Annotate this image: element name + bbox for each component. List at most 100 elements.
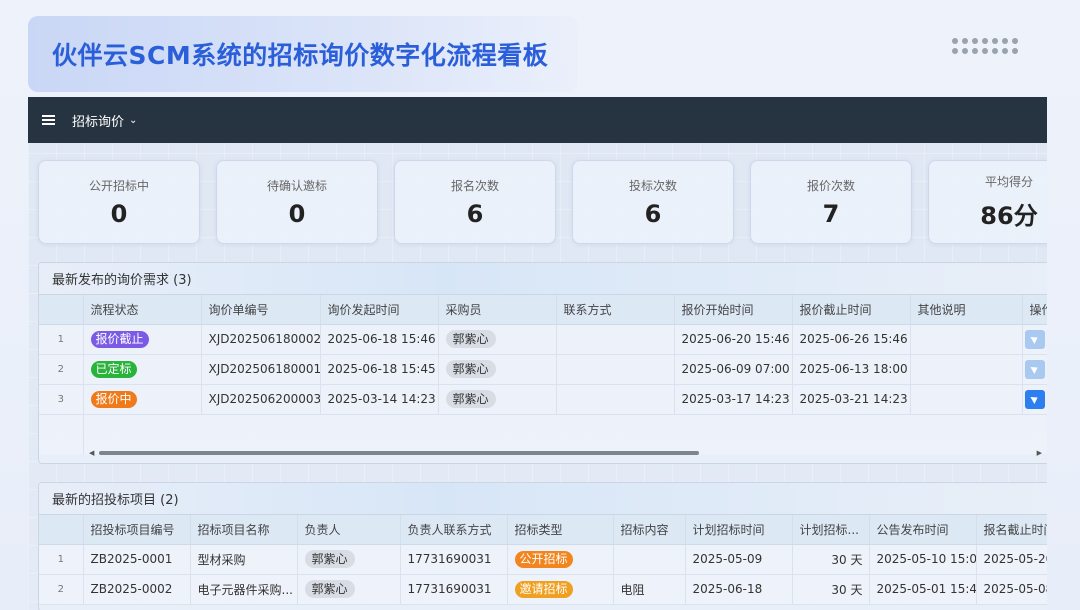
owner-chip: 郭紫心 bbox=[304, 580, 355, 598]
column-header[interactable]: 流程状态 bbox=[83, 295, 202, 325]
kpi-value: 0 bbox=[110, 199, 128, 228]
row-index-cell: 1 bbox=[39, 544, 84, 575]
kpi-card: 报价次数 7 bbox=[750, 160, 912, 244]
publish-time-cell: 2025-05-10 15:00 bbox=[869, 544, 977, 575]
bidding-panel: 最新的招投标项目 (2) 招投标项目编号 招标项目名称 负责人 负责人联系方式 招标类型… bbox=[38, 482, 1047, 610]
column-header[interactable]: 招标内容 bbox=[613, 515, 686, 545]
quote-end-time-cell: 2025-03-21 14:23 bbox=[792, 384, 911, 415]
kpi-card: 待确认邀标 0 bbox=[216, 160, 378, 244]
contact-cell-cell bbox=[556, 354, 675, 385]
column-header[interactable]: 招标类型 bbox=[507, 515, 614, 545]
column-header[interactable]: 负责人 bbox=[297, 515, 401, 545]
status-badge: 报价截止 bbox=[90, 330, 149, 348]
kpi-card: 公开招标中 0 bbox=[38, 160, 200, 244]
action-cell bbox=[1022, 384, 1047, 415]
kpi-value: 0 bbox=[288, 199, 306, 228]
column-header[interactable] bbox=[39, 295, 84, 325]
page-title: 伙伴云SCM系统的招标询价数字化流程看板 bbox=[52, 41, 549, 70]
inquiry-start-time-cell: 2025-06-18 15:46 bbox=[320, 324, 439, 355]
hamburger-icon[interactable] bbox=[42, 115, 55, 125]
note-cell-cell bbox=[910, 354, 1023, 385]
column-header[interactable]: 计划招标... bbox=[792, 515, 870, 545]
status-badge-cell: 报价中 bbox=[83, 384, 202, 415]
cursor-action-icon[interactable] bbox=[1024, 329, 1045, 349]
status-badge-cell: 已定标 bbox=[83, 354, 202, 385]
kpi-value: 6 bbox=[644, 199, 662, 228]
column-header[interactable]: 计划招标时间 bbox=[685, 515, 793, 545]
kpi-label: 待确认邀标 bbox=[266, 178, 327, 193]
plan-time-cell: 2025-05-09 bbox=[685, 544, 793, 575]
column-header[interactable]: 公告发布时间 bbox=[869, 515, 977, 545]
table-row[interactable]: 2 已定标 XJD202506180001 2025-06-18 15:45 郭紫心 20… bbox=[39, 354, 1047, 385]
inquiry-code-cell: XJD202506180002 bbox=[201, 324, 321, 355]
quote-end-time-cell: 2025-06-26 15:46 bbox=[792, 324, 911, 355]
top-nav-bar: 招标询价 ⌄ bbox=[28, 97, 1047, 143]
bid-type-badge: 公开招标 bbox=[514, 550, 573, 568]
scroll-right-icon[interactable]: ▶ bbox=[1037, 449, 1042, 457]
inquiry-panel-title: 最新发布的询价需求 (3) bbox=[39, 263, 1047, 295]
column-header[interactable]: 其他说明 bbox=[910, 295, 1023, 325]
bid-type-badge-cell: 邀请招标 bbox=[507, 574, 614, 605]
row-index-cell: 3 bbox=[39, 384, 84, 415]
status-badge: 已定标 bbox=[90, 360, 137, 378]
column-header[interactable] bbox=[39, 515, 84, 545]
project-name-cell: 电子元器件采购... bbox=[190, 574, 298, 605]
kpi-card: 报名次数 6 bbox=[394, 160, 556, 244]
kpi-label: 公开招标中 bbox=[88, 178, 149, 193]
row-index-cell: 2 bbox=[39, 354, 84, 385]
bid-type-badge-cell: 公开招标 bbox=[507, 544, 614, 575]
scroll-left-icon[interactable]: ◀ bbox=[89, 449, 94, 457]
column-header[interactable]: 报价截止时间 bbox=[792, 295, 911, 325]
status-badge: 报价中 bbox=[90, 390, 137, 408]
column-header[interactable]: 操作 bbox=[1022, 295, 1047, 325]
column-header[interactable]: 采购员 bbox=[438, 295, 557, 325]
inquiry-code-cell: XJD202506180001 bbox=[201, 354, 321, 385]
inquiry-panel: 最新发布的询价需求 (3) 流程状态 询价单编号 询价发起时间 采购员 联系方式 报价开始… bbox=[38, 262, 1047, 464]
plan-time-cell: 2025-06-18 bbox=[685, 574, 793, 605]
table-row[interactable]: 1 报价截止 XJD202506180002 2025-06-18 15:46 郭紫心 2… bbox=[39, 324, 1047, 355]
buyer-chip-cell: 郭紫心 bbox=[438, 384, 557, 415]
nav-dropdown-label[interactable]: 招标询价 bbox=[72, 111, 124, 130]
owner-phone-cell: 17731690031 bbox=[400, 574, 508, 605]
status-badge-cell: 报价截止 bbox=[83, 324, 202, 355]
column-header[interactable]: 招标项目名称 bbox=[190, 515, 298, 545]
row-index-cell: 2 bbox=[39, 574, 84, 605]
owner-chip: 郭紫心 bbox=[304, 550, 355, 568]
column-header[interactable]: 报名截止时间 bbox=[976, 515, 1047, 545]
table-row[interactable]: 3 报价中 XJD202506200003 2025-03-14 14:23 郭紫心 20… bbox=[39, 384, 1047, 415]
kpi-card: 平均得分 86分 bbox=[928, 160, 1047, 244]
dots-grid-icon bbox=[952, 38, 1022, 58]
kpi-label: 报名次数 bbox=[450, 178, 499, 193]
row-index-cell: 1 bbox=[39, 324, 84, 355]
scroll-thumb[interactable] bbox=[99, 451, 699, 455]
quote-start-time-cell: 2025-06-20 15:46 bbox=[674, 324, 793, 355]
quote-end-time-cell: 2025-06-13 18:00 bbox=[792, 354, 911, 385]
column-header[interactable]: 报价开始时间 bbox=[674, 295, 793, 325]
column-header[interactable]: 联系方式 bbox=[556, 295, 675, 325]
kpi-label: 平均得分 bbox=[984, 175, 1033, 189]
cursor-action-icon[interactable] bbox=[1024, 359, 1045, 379]
cursor-action-icon[interactable] bbox=[1024, 389, 1045, 409]
buyer-chip: 郭紫心 bbox=[445, 390, 496, 408]
horizontal-scrollbar[interactable]: ◀ ▶ bbox=[89, 449, 1042, 457]
column-header[interactable]: 招投标项目编号 bbox=[83, 515, 191, 545]
kpi-row: 公开招标中 0 待确认邀标 0 报名次数 6 投标次数 6 报价次数 7 平均得分 86分 bbox=[38, 160, 1047, 244]
column-header[interactable]: 询价发起时间 bbox=[320, 295, 439, 325]
app-window: 招标询价 ⌄ 公开招标中 0 待确认邀标 0 报名次数 6 投标次数 6 报价次数 7 平均得分 86… bbox=[28, 97, 1047, 610]
plan-days-cell: 30 天 bbox=[792, 574, 870, 605]
chevron-down-icon[interactable]: ⌄ bbox=[129, 115, 137, 126]
table-row[interactable]: 2 ZB2025-0002 电子元器件采购... 郭紫心 17731690031 邀请招标… bbox=[39, 574, 1047, 605]
inquiry-table: 流程状态询价单编号询价发起时间采购员联系方式报价开始时间报价截止时间其他说明操作… bbox=[39, 295, 1047, 454]
owner-chip-cell: 郭紫心 bbox=[297, 544, 401, 575]
inquiry-code-cell: XJD202506200003 bbox=[201, 384, 321, 415]
bidding-table: 招投标项目编号 招标项目名称 负责人 负责人联系方式 招标类型 招标内容 计划招标时间 计划招… bbox=[39, 515, 1047, 605]
column-header[interactable]: 询价单编号 bbox=[201, 295, 321, 325]
column-header[interactable]: 负责人联系方式 bbox=[400, 515, 508, 545]
kpi-label: 报价次数 bbox=[806, 178, 855, 193]
note-cell-cell bbox=[910, 324, 1023, 355]
bid-type-badge: 邀请招标 bbox=[514, 580, 573, 598]
buyer-chip: 郭紫心 bbox=[445, 330, 496, 348]
inquiry-start-time-cell: 2025-06-18 15:45 bbox=[320, 354, 439, 385]
buyer-chip: 郭紫心 bbox=[445, 360, 496, 378]
table-row[interactable]: 1 ZB2025-0001 型材采购 郭紫心 17731690031 公开招标 2025-0… bbox=[39, 544, 1047, 575]
